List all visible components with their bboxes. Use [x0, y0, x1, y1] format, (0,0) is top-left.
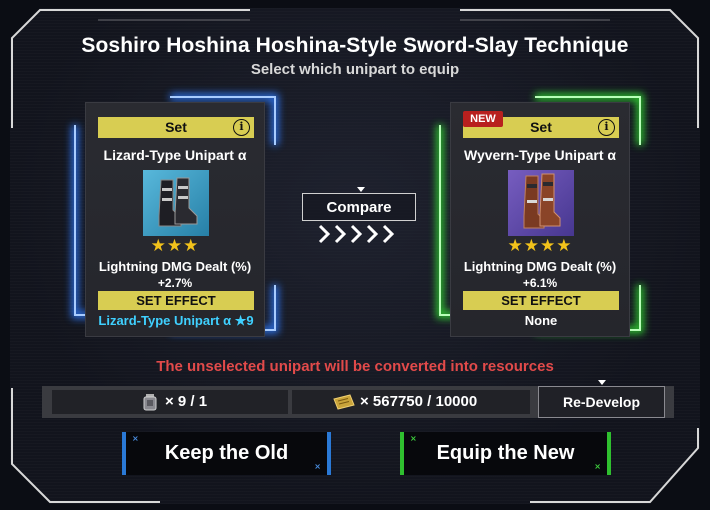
- compare-notch-icon: [357, 187, 365, 192]
- ticket-icon: [333, 394, 355, 410]
- new-set-effect-label: SET EFFECT: [463, 291, 619, 310]
- corner-x-icon: ×: [132, 434, 139, 443]
- boots-icon: [508, 170, 574, 236]
- dialog-subtitle: Select which unipart to equip: [250, 61, 460, 78]
- compare-button[interactable]: Compare: [302, 193, 416, 221]
- new-unipart-card[interactable]: NEW Set i Wyvern-Type Unipart α ★★★★ Lig…: [450, 102, 630, 337]
- info-icon[interactable]: i: [233, 119, 250, 136]
- old-set-effect-value: Lizard-Type Unipart α ★9: [98, 313, 254, 328]
- new-stat-name: Lightning DMG Dealt (%): [463, 259, 617, 274]
- dialog-title: Soshiro Hoshina Hoshina-Style Sword-Slay…: [81, 34, 629, 57]
- material-count: × 9 / 1: [165, 393, 208, 410]
- new-stat-value: +6.1%: [522, 276, 558, 290]
- keep-old-button[interactable]: × Keep the Old ×: [122, 432, 331, 475]
- keep-old-label: Keep the Old: [164, 442, 289, 464]
- conversion-warning: The unselected unipart will be converted…: [156, 358, 554, 375]
- chevrons-right-icon: [318, 224, 395, 244]
- new-badge: NEW: [463, 111, 503, 127]
- old-unipart-card[interactable]: Set i Lizard-Type Unipart α ★★★ Lightnin…: [85, 102, 265, 337]
- info-icon[interactable]: i: [598, 119, 615, 136]
- old-stat-value: +2.7%: [157, 276, 193, 290]
- new-unipart-name: Wyvern-Type Unipart α: [463, 147, 616, 163]
- old-set-label: Set: [165, 119, 187, 135]
- equip-new-button[interactable]: × Equip the New ×: [400, 432, 611, 475]
- old-set-bar: Set i: [98, 117, 254, 138]
- corner-x-icon: ×: [410, 434, 417, 443]
- old-stat-name: Lightning DMG Dealt (%): [98, 259, 252, 274]
- redevelop-notch-icon: [598, 380, 606, 385]
- canister-icon: [143, 394, 157, 411]
- new-set-effect-value: None: [524, 313, 558, 328]
- redevelop-button[interactable]: Re-Develop: [538, 386, 665, 418]
- ticket-resource: × 567750 / 10000: [292, 390, 530, 414]
- boots-icon: [143, 170, 209, 236]
- material-resource: × 9 / 1: [52, 390, 288, 414]
- corner-x-icon: ×: [594, 462, 601, 471]
- old-set-effect-label: SET EFFECT: [98, 291, 254, 310]
- resource-bar: × 9 / 1 × 567750 / 10000 Re-Develop: [42, 380, 674, 418]
- new-set-label: Set: [530, 119, 552, 135]
- ticket-count: × 567750 / 10000: [360, 393, 478, 410]
- old-unipart-name: Lizard-Type Unipart α: [103, 147, 247, 163]
- new-star-rating: ★★★★: [507, 236, 573, 255]
- old-star-rating: ★★★: [150, 236, 200, 255]
- corner-x-icon: ×: [314, 462, 321, 471]
- equip-new-label: Equip the New: [436, 442, 575, 464]
